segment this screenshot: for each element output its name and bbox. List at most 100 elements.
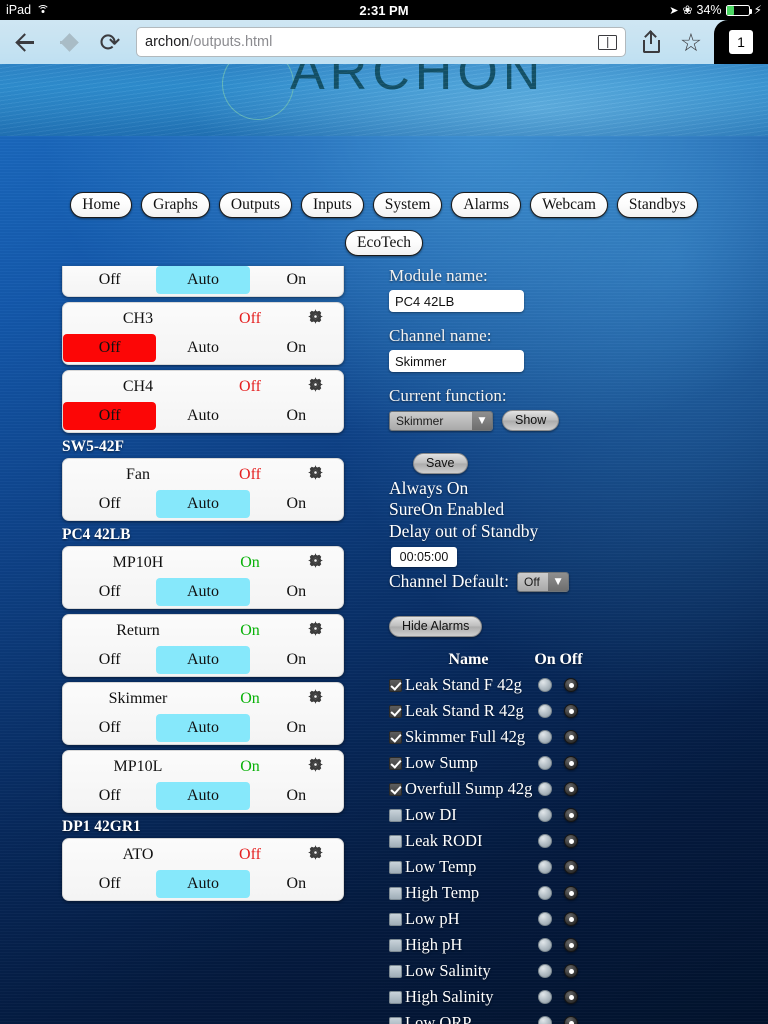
alarm-on-radio[interactable] (538, 678, 552, 693)
alarm-enable-checkbox[interactable] (389, 886, 402, 900)
channel-mode-on-button[interactable]: On (250, 870, 343, 898)
nav-pill-ecotech[interactable]: EcoTech (345, 230, 423, 257)
alarm-on-radio[interactable] (538, 730, 552, 745)
nav-pill-home[interactable]: Home (70, 192, 133, 219)
alarm-enable-checkbox[interactable] (389, 782, 402, 796)
reload-button[interactable]: ⟳ (92, 25, 128, 59)
nav-pill-alarms[interactable]: Alarms (451, 192, 522, 219)
channel-settings-button[interactable] (293, 308, 337, 330)
channel-mode-on-button[interactable]: On (250, 266, 343, 294)
alarm-off-radio[interactable] (564, 730, 578, 745)
alarm-enable-checkbox[interactable] (389, 704, 402, 718)
alarm-enable-checkbox[interactable] (389, 678, 402, 692)
alarm-off-radio[interactable] (564, 964, 578, 979)
channel-mode-auto-button[interactable]: Auto (156, 646, 250, 674)
channel-settings-button[interactable] (293, 844, 337, 866)
share-button[interactable] (634, 25, 668, 59)
nav-pill-standbys[interactable]: Standbys (616, 192, 698, 219)
alarm-off-radio[interactable] (564, 782, 578, 797)
delay-out-of-standby-input[interactable]: 00:05:00 (391, 547, 457, 568)
bookmark-button[interactable]: ☆ (674, 25, 708, 59)
alarm-enable-checkbox[interactable] (389, 938, 402, 952)
channel-mode-off-button[interactable]: Off (63, 782, 156, 810)
hide-alarms-button[interactable]: Hide Alarms (389, 616, 483, 638)
channel-mode-off-button[interactable]: Off (63, 578, 156, 606)
channel-settings-button[interactable] (293, 552, 337, 574)
nav-pill-graphs[interactable]: Graphs (141, 192, 210, 219)
current-function-select[interactable]: Skimmer ▼ (389, 410, 493, 431)
module-name-input[interactable]: PC4 42LB (389, 290, 524, 312)
channel-mode-auto-button[interactable]: Auto (156, 578, 250, 606)
channel-default-select[interactable]: Off ▼ (517, 571, 570, 592)
alarm-on-radio[interactable] (538, 704, 552, 719)
alarm-enable-checkbox[interactable] (389, 912, 402, 926)
channel-mode-auto-button[interactable]: Auto (156, 334, 249, 362)
save-button[interactable]: Save (413, 453, 468, 474)
alarm-enable-checkbox[interactable] (389, 730, 402, 744)
alarm-on-radio[interactable] (538, 1016, 552, 1024)
alarm-off-radio[interactable] (564, 1016, 578, 1024)
channel-settings-button[interactable] (293, 620, 337, 642)
alarm-on-radio[interactable] (538, 990, 552, 1005)
forward-button[interactable] (50, 25, 86, 59)
alarm-off-radio[interactable] (564, 834, 578, 849)
back-button[interactable] (8, 25, 44, 59)
channel-mode-on-button[interactable]: On (250, 334, 343, 362)
channel-mode-off-button[interactable]: Off (63, 714, 156, 742)
alarm-enable-checkbox[interactable] (389, 990, 402, 1004)
channel-mode-auto-button[interactable]: Auto (156, 266, 250, 294)
channel-mode-on-button[interactable]: On (250, 490, 343, 518)
alarm-on-radio[interactable] (538, 808, 552, 823)
alarm-on-radio[interactable] (538, 886, 552, 901)
channel-mode-auto-button[interactable]: Auto (156, 402, 249, 430)
alarm-on-radio[interactable] (538, 860, 552, 875)
channel-mode-off-button[interactable]: Off (63, 266, 156, 294)
channel-mode-auto-button[interactable]: Auto (156, 490, 250, 518)
channel-mode-auto-button[interactable]: Auto (156, 782, 250, 810)
alarm-enable-checkbox[interactable] (389, 1016, 402, 1024)
channel-mode-off-button[interactable]: Off (63, 870, 156, 898)
alarm-off-radio[interactable] (564, 886, 578, 901)
alarm-off-radio[interactable] (564, 704, 578, 719)
alarm-on-radio[interactable] (538, 938, 552, 953)
nav-pill-outputs[interactable]: Outputs (218, 192, 293, 219)
channel-mode-on-button[interactable]: On (250, 714, 343, 742)
alarm-enable-checkbox[interactable] (389, 834, 402, 848)
alarm-off-radio[interactable] (564, 808, 578, 823)
alarm-enable-checkbox[interactable] (389, 964, 402, 978)
tabs-button[interactable]: 1 (714, 20, 768, 64)
channel-settings-button[interactable] (293, 756, 337, 778)
channel-settings-button[interactable] (293, 464, 337, 486)
channel-mode-off-button[interactable]: Off (63, 334, 157, 362)
alarm-on-radio[interactable] (538, 834, 552, 849)
alarm-off-radio[interactable] (564, 912, 578, 927)
channel-settings-button[interactable] (293, 376, 337, 398)
alarm-off-radio[interactable] (564, 860, 578, 875)
channel-mode-off-button[interactable]: Off (63, 490, 156, 518)
address-bar[interactable]: archon /outputs.html (136, 27, 626, 57)
reader-view-icon[interactable] (598, 34, 617, 50)
channel-mode-on-button[interactable]: On (250, 646, 343, 674)
alarm-off-radio[interactable] (564, 990, 578, 1005)
nav-pill-inputs[interactable]: Inputs (301, 192, 364, 219)
channel-mode-on-button[interactable]: On (250, 402, 343, 430)
channel-mode-on-button[interactable]: On (250, 782, 343, 810)
channel-mode-auto-button[interactable]: Auto (156, 870, 250, 898)
show-button[interactable]: Show (502, 410, 560, 431)
nav-pill-system[interactable]: System (372, 192, 443, 219)
alarm-on-radio[interactable] (538, 912, 552, 927)
channel-mode-off-button[interactable]: Off (63, 402, 157, 430)
alarm-off-radio[interactable] (564, 756, 578, 771)
channel-mode-on-button[interactable]: On (250, 578, 343, 606)
alarm-on-radio[interactable] (538, 782, 552, 797)
alarm-enable-checkbox[interactable] (389, 860, 402, 874)
channel-name-input[interactable]: Skimmer (389, 350, 524, 372)
alarm-off-radio[interactable] (564, 678, 578, 693)
channel-settings-button[interactable] (293, 688, 337, 710)
alarm-on-radio[interactable] (538, 964, 552, 979)
alarm-enable-checkbox[interactable] (389, 756, 402, 770)
alarm-on-radio[interactable] (538, 756, 552, 771)
alarm-off-radio[interactable] (564, 938, 578, 953)
channel-mode-auto-button[interactable]: Auto (156, 714, 250, 742)
channel-mode-off-button[interactable]: Off (63, 646, 156, 674)
